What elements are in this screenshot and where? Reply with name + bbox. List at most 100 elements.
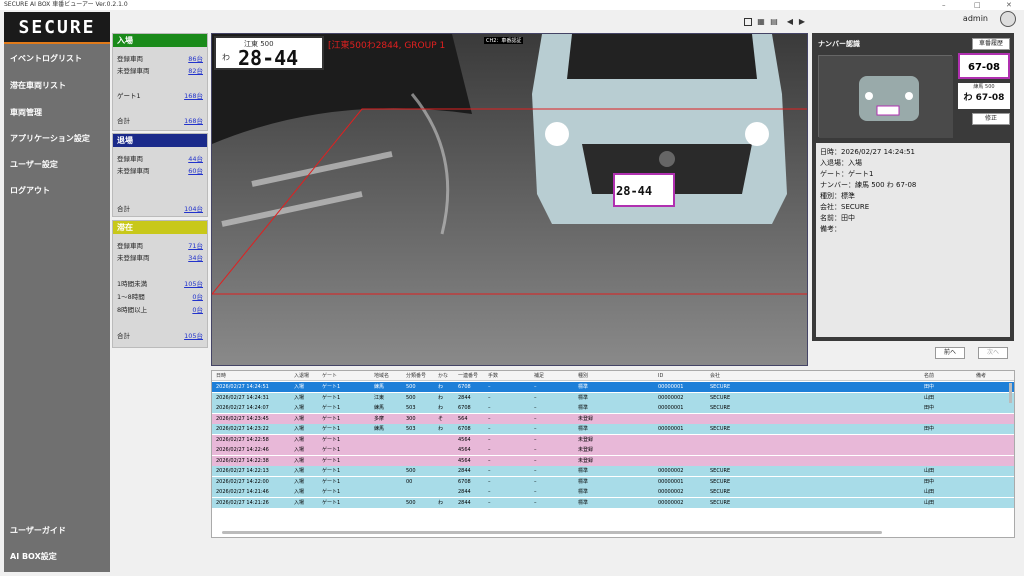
table-cell: 2026/02/27 14:22:46 [216, 447, 269, 453]
table-cell: 入場 [294, 426, 305, 432]
prev-camera-icon[interactable]: ◀ [786, 18, 794, 26]
minimize-icon[interactable]: – [942, 0, 946, 10]
column-header[interactable]: 会社 [710, 371, 720, 381]
stat-link[interactable]: 44台 [188, 154, 203, 164]
table-cell: – [534, 468, 537, 474]
recognition-title: ナンバー認識 [818, 40, 860, 48]
table-row[interactable]: 2026/02/27 14:24:51 入場 ゲート1 練馬 500 わ 6708 – – 標準 0… [212, 382, 1014, 392]
table-row[interactable]: 2026/02/27 14:22:00 入場 ゲート1 00 6708 – – 標準 00000… [212, 476, 1014, 487]
table-cell: 標準 [578, 468, 589, 474]
column-header[interactable]: 備考 [976, 371, 986, 381]
detail-gate: ゲート：ゲート1 [820, 170, 874, 178]
sidebar-item-app-settings[interactable]: アプリケーション設定 [4, 128, 110, 150]
table-row[interactable]: 2026/02/27 14:24:31 入場 ゲート1 江東 500 わ 2844 – – 標準 0… [212, 392, 1014, 403]
table-row[interactable]: 2026/02/27 14:21:26 入場 ゲート1 500 わ 2844 – – 標準 000… [212, 497, 1014, 508]
column-header[interactable]: ID [658, 371, 663, 381]
stat-link[interactable]: 0台 [192, 305, 203, 315]
column-header[interactable]: 日時 [216, 371, 226, 381]
layout-single-icon[interactable] [744, 18, 752, 26]
table-cell: わ [438, 499, 444, 506]
sidebar-item-vehicle-management[interactable]: 車両管理 [4, 102, 110, 124]
table-cell: わ [438, 426, 444, 432]
stats-exit-title: 退場 [113, 134, 207, 147]
maximize-icon[interactable]: □ [974, 0, 981, 10]
table-row[interactable]: 2026/02/27 14:23:22 入場 ゲート1 練馬 503 わ 6708 – – 標準 0… [212, 424, 1014, 434]
table-cell: 入場 [294, 489, 305, 495]
stat-link[interactable]: 86台 [188, 54, 203, 64]
table-cell: 00000002 [658, 394, 684, 401]
table-row[interactable]: 2026/02/27 14:23:45 入場 ゲート1 多摩 300 そ 564 – – 未登録 [212, 413, 1014, 424]
sidebar-item-event-log[interactable]: イベントログリスト [4, 48, 110, 70]
camera-view[interactable]: 江東 500 わ 28-44 [江東500わ2844, GROUP 1 CH2：… [211, 33, 808, 366]
column-header[interactable]: 地域名 [374, 371, 389, 381]
table-cell: 標準 [578, 405, 589, 411]
stat-link[interactable]: 105台 [184, 279, 203, 289]
stat-link[interactable]: 105台 [184, 331, 203, 341]
window-title: SECURE AI BOX 車番ビューアー Ver.0.2.1.0 [4, 1, 128, 8]
table-cell: 2844 [458, 468, 471, 474]
stat-link[interactable]: 71台 [188, 241, 203, 251]
table-row[interactable]: 2026/02/27 14:21:46 入場 ゲート1 2844 – – 標準 0000000… [212, 487, 1014, 497]
column-header[interactable]: 名前 [924, 371, 934, 381]
sidebar-item-logout[interactable]: ログアウト [4, 180, 110, 202]
layout-list-icon[interactable]: ▤ [770, 18, 778, 26]
table-cell: 田中 [924, 426, 935, 432]
stat-row: 未登録車両 34台 [117, 253, 203, 263]
table-row[interactable]: 2026/02/27 14:22:58 入場 ゲート1 4564 – – 未登録 [212, 434, 1014, 445]
sidebar-item-user-guide[interactable]: ユーザーガイド [4, 520, 110, 542]
table-cell: 入場 [294, 468, 305, 474]
table-row[interactable]: 2026/02/27 14:22:46 入場 ゲート1 4564 – – 未登録 [212, 445, 1014, 455]
table-cell: – [534, 384, 537, 390]
table-cell: 2026/02/27 14:24:31 [216, 394, 269, 401]
column-header[interactable]: 一連番号 [458, 371, 478, 381]
sidebar-item-staying-vehicles[interactable]: 滞在車両リスト [4, 75, 110, 97]
stat-link[interactable]: 104台 [184, 204, 203, 214]
column-header[interactable]: 分類番号 [406, 371, 426, 381]
avatar-icon[interactable] [1000, 11, 1016, 27]
stat-row: 未登録車両 60台 [117, 166, 203, 176]
table-cell: – [488, 426, 491, 432]
column-header[interactable]: 種別 [578, 371, 588, 381]
column-header[interactable]: ゲート [322, 371, 337, 381]
detail-datetime: 日時：2026/02/27 14:24:51 [820, 148, 916, 156]
table-cell: – [488, 405, 491, 411]
table-cell: 2026/02/27 14:21:46 [216, 489, 269, 495]
sidebar-item-user-settings[interactable]: ユーザー設定 [4, 154, 110, 176]
stat-link[interactable]: 34台 [188, 253, 203, 263]
vertical-scrollbar[interactable] [1009, 383, 1012, 403]
table-cell: 00000001 [658, 405, 684, 411]
stat-link[interactable]: 168台 [184, 116, 203, 126]
stat-link[interactable]: 168台 [184, 91, 203, 101]
table-cell: SECURE [710, 468, 731, 474]
table-cell: 標準 [578, 489, 589, 495]
horizontal-scrollbar[interactable] [222, 531, 882, 534]
stat-link[interactable]: 60台 [188, 166, 203, 176]
column-header[interactable]: 補足 [534, 371, 544, 381]
next-camera-icon[interactable]: ▶ [798, 18, 806, 26]
table-cell: わ [438, 394, 444, 401]
table-row[interactable]: 2026/02/27 14:24:07 入場 ゲート1 練馬 503 わ 6708 – – 標準 0… [212, 403, 1014, 413]
table-cell: 300 [406, 415, 416, 422]
table-cell: – [488, 478, 491, 485]
next-button[interactable]: 次へ [978, 347, 1008, 359]
prev-button[interactable]: 前へ [935, 347, 965, 359]
table-cell: – [534, 394, 537, 401]
column-header[interactable]: 入退場 [294, 371, 309, 381]
close-icon[interactable]: ✕ [1006, 0, 1012, 10]
layout-grid-icon[interactable]: ▦ [757, 18, 765, 26]
edit-button[interactable]: 修正 [972, 113, 1010, 125]
table-row[interactable]: 2026/02/27 14:22:38 入場 ゲート1 4564 – – 未登録 [212, 455, 1014, 466]
plate-number-text: 28-44 [238, 46, 299, 70]
snapshot-scene [819, 56, 953, 138]
camera-scene [212, 34, 807, 365]
sidebar-item-aibox-settings[interactable]: AI BOX設定 [4, 546, 110, 568]
stat-link[interactable]: 0台 [192, 292, 203, 302]
column-header[interactable]: かな [438, 371, 448, 381]
table-cell: 500 [406, 468, 416, 474]
plate-history-button[interactable]: 車番履歴 [972, 38, 1010, 50]
table-row[interactable]: 2026/02/27 14:22:13 入場 ゲート1 500 2844 – – 標準 0000… [212, 466, 1014, 476]
column-header[interactable]: 手数 [488, 371, 498, 381]
stat-link[interactable]: 82台 [188, 66, 203, 76]
table-cell: – [534, 436, 537, 443]
stats-stay-title: 滞在 [113, 221, 207, 234]
